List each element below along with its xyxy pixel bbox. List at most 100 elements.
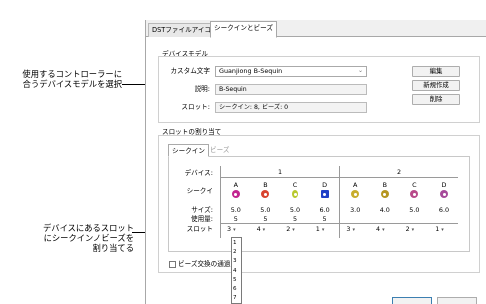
row-label-device: デバイス: xyxy=(184,169,213,177)
column-letter: A xyxy=(233,181,238,189)
slot-dropdown-option[interactable]: 7 xyxy=(232,294,241,302)
chevron-down-icon: ▾ xyxy=(292,227,295,233)
sequin-size: 5.0 xyxy=(230,206,241,214)
sequin-hole xyxy=(353,192,357,196)
delete-button[interactable]: 削除 xyxy=(412,94,460,105)
sequin-size: 5.0 xyxy=(289,206,301,214)
slot-select-value: 1 xyxy=(315,225,320,233)
row-label-size: サイズ: xyxy=(191,206,213,214)
sequin-size: 3.0 xyxy=(350,206,361,214)
slot-select[interactable]: 2 ▾ xyxy=(406,225,415,234)
cancel-button[interactable] xyxy=(437,297,477,304)
slot-select[interactable]: 3 ▾ xyxy=(227,225,236,234)
sequin-slot-table: デバイス: シークイ サイズ: 使用量: スロット 1 2 A 5.0 5 3 ▾ B 5.… xyxy=(168,156,470,252)
options-dialog: DSTファイルアイコン シークインとビーズ デバイスモデル カスタム文字 Gua… xyxy=(145,20,486,304)
column-letter: B xyxy=(382,181,387,189)
model-callout: 使用するコントローラーに 合うデバイスモデルを選択 xyxy=(2,69,122,89)
slot-select-value: 2 xyxy=(405,225,410,233)
sequin-usage: 5 xyxy=(263,215,268,223)
sequin-size: 6.0 xyxy=(438,206,450,214)
sequin-size: 5.0 xyxy=(409,206,420,214)
chevron-down-icon: ▾ xyxy=(262,227,266,233)
sequin-color-swatch[interactable] xyxy=(380,190,389,198)
slot-select-value: 4 xyxy=(376,225,381,233)
sequin-hole xyxy=(412,192,416,196)
sequin-usage: 5 xyxy=(233,215,238,223)
slot-select[interactable]: 1 ▾ xyxy=(435,225,444,234)
sequin-usage: 5 xyxy=(292,215,298,223)
slot-select-value: 2 xyxy=(286,225,291,233)
slot-select-value: 3 xyxy=(346,225,351,233)
slot-count-field: シークイン: 8, ビーズ: 0 xyxy=(215,102,367,113)
chevron-down-icon: ▾ xyxy=(411,227,415,233)
sequin-size: 4.0 xyxy=(379,206,390,214)
column-letter: B xyxy=(263,181,268,189)
slot-select[interactable]: 4 ▾ xyxy=(376,225,385,234)
slot-dropdown-option[interactable]: 4 xyxy=(232,267,241,275)
sequin-color-swatch[interactable] xyxy=(351,190,360,198)
slot-callout-line1: デバイスにあるスロット xyxy=(42,223,134,233)
slot-select-value: 4 xyxy=(256,225,261,233)
slot-callout-line3: 割り当てる xyxy=(92,243,135,253)
sequin-color-swatch[interactable] xyxy=(231,190,240,198)
subtab-sequins[interactable]: シークイン xyxy=(168,144,209,157)
slot-dropdown-option[interactable]: 1 xyxy=(232,239,241,247)
slot-select[interactable]: 2 ▾ xyxy=(286,225,295,234)
table-slot-rule xyxy=(220,223,458,224)
chevron-down-icon: ▾ xyxy=(382,227,385,233)
sequin-color-swatch[interactable] xyxy=(261,190,270,198)
slot-callout-line2: にシークインノビーズを xyxy=(43,233,134,243)
sequin-size: 5.0 xyxy=(260,206,271,214)
bead-pass-checkbox[interactable] xyxy=(169,261,176,268)
column-letter: C xyxy=(292,181,298,189)
chevron-down-icon: ▾ xyxy=(352,227,355,233)
chevron-down-icon: ⌄ xyxy=(357,67,363,74)
edit-button[interactable]: 編集 xyxy=(412,66,460,77)
slot-select[interactable]: 4 ▾ xyxy=(257,225,266,234)
description-field: B-Sequin xyxy=(215,84,367,95)
new-button[interactable]: 新規作成 xyxy=(412,80,460,91)
description-label: 説明: xyxy=(194,85,210,93)
slot-dropdown-list[interactable]: 123 4567 xyxy=(231,237,242,304)
ok-button[interactable] xyxy=(392,297,432,304)
sequin-hole xyxy=(263,192,267,196)
model-callout-line1: 使用するコントローラーに xyxy=(22,69,122,79)
custom-model-combo[interactable]: Guanjiong B-Sequin ⌄ xyxy=(215,66,367,77)
slot-select[interactable]: 3 ▾ xyxy=(346,225,355,234)
sequin-color-swatch[interactable] xyxy=(410,190,419,198)
column-letter: C xyxy=(412,181,417,189)
bead-pass-label: ビーズ交換の通過 xyxy=(178,260,231,268)
slot-select-value: 3 xyxy=(227,225,232,233)
sequin-hole xyxy=(234,192,238,196)
device-header-2: 2 xyxy=(396,168,402,176)
table-header-rule xyxy=(220,177,458,178)
tab-sequins-beads[interactable]: シークインとビーズ xyxy=(210,21,278,38)
slot-dropdown-option[interactable]: 5 xyxy=(232,276,241,284)
device-header-1: 1 xyxy=(277,168,283,176)
sequin-size: 6.0 xyxy=(319,206,330,214)
tab-bar: DSTファイルアイコン シークインとビーズ xyxy=(146,20,486,38)
sequin-hole xyxy=(323,192,327,196)
slot-dropdown-option[interactable]: 2 xyxy=(232,248,241,256)
row-label-slot: スロット xyxy=(186,225,213,233)
chevron-down-icon: ▾ xyxy=(321,227,325,233)
sequin-hole xyxy=(293,192,297,196)
sequin-color-swatch[interactable] xyxy=(440,190,448,198)
sequin-color-swatch[interactable] xyxy=(320,190,329,198)
slot-dropdown-option[interactable]: 6 xyxy=(232,285,241,293)
slot-select[interactable]: 1 ▾ xyxy=(316,225,325,234)
row-label-sequin: シークイ xyxy=(186,187,213,195)
sequin-hole xyxy=(442,192,446,196)
sequins-beads-panel: デバイスモデル カスタム文字 Guanjiong B-Sequin ⌄ 説明: … xyxy=(146,37,486,304)
sequin-usage: 5 xyxy=(322,215,327,223)
sequin-hole xyxy=(383,192,387,196)
column-letter: A xyxy=(353,181,358,189)
slot-label: スロット: xyxy=(181,103,210,111)
slot-dropdown-option[interactable]: 3 xyxy=(232,257,241,265)
sequin-color-swatch[interactable] xyxy=(292,190,298,198)
slot-select-value: 1 xyxy=(435,225,440,233)
column-letter: D xyxy=(441,181,447,189)
custom-model-value: Guanjiong B-Sequin xyxy=(219,67,283,75)
row-label-usage: 使用量: xyxy=(190,215,213,223)
column-letter: D xyxy=(322,181,328,189)
